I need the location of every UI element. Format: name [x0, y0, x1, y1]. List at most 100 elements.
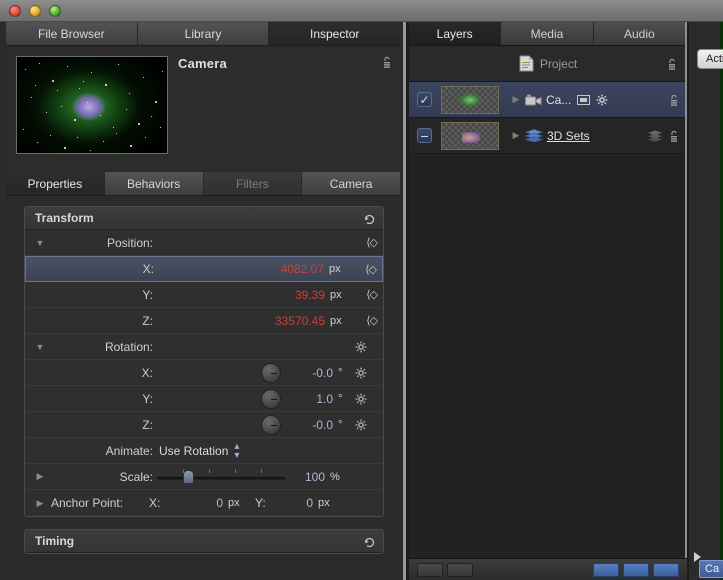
tab-media[interactable]: Media [501, 22, 594, 45]
slider-ticks [157, 468, 285, 473]
minimize-button[interactable] [29, 5, 41, 17]
position-disclosure-icon[interactable]: ▼ [29, 238, 51, 248]
inspector-header: Camera [6, 46, 400, 172]
frame-icon[interactable] [577, 94, 591, 105]
toolbar-button-2[interactable] [447, 562, 473, 577]
toolbar-button-1[interactable] [417, 562, 443, 577]
camera-row-lock-icon[interactable] [669, 94, 679, 106]
rotation-group-row[interactable]: ▼ Rotation: [25, 334, 383, 360]
tab-file-browser[interactable]: File Browser [6, 22, 138, 45]
tab-library[interactable]: Library [137, 22, 270, 45]
group-visibility-checkbox[interactable]: − [417, 128, 432, 143]
position-x-keyframe-icon[interactable]: ⟨◇ [346, 263, 377, 276]
position-x-value[interactable]: 4082.07 [281, 262, 324, 276]
scale-slider[interactable] [157, 468, 285, 485]
layer-name[interactable]: Ca... [546, 93, 571, 107]
thumbnail-nebula [442, 86, 498, 113]
position-z-value[interactable]: 33570.45 [275, 314, 325, 328]
scale-disclosure-icon[interactable]: ▶ [29, 471, 51, 482]
action-button[interactable]: Acti [697, 49, 723, 69]
toolbar-button-3[interactable] [593, 562, 619, 577]
position-keyframe-icon[interactable]: ⟨◇ [347, 236, 378, 249]
layers-shadow-icon[interactable] [647, 130, 663, 142]
tab-inspector[interactable]: Inspector [269, 22, 401, 45]
position-y-value[interactable]: 39.39 [295, 288, 325, 302]
transform-header[interactable]: Transform [25, 207, 383, 230]
layers-tab-bar: Layers Media Audio [409, 22, 685, 46]
anchor-point-row[interactable]: ▶ Anchor Point: X: 0 px Y: 0 px [25, 490, 383, 516]
tab-properties[interactable]: Properties [6, 172, 105, 195]
group-lock-icon[interactable] [669, 130, 679, 142]
tab-layers[interactable]: Layers [409, 22, 502, 45]
rotation-y-row[interactable]: Y: 1.0 ° [25, 386, 383, 412]
timing-panel: Timing [24, 529, 384, 554]
group-name[interactable]: 3D Sets [547, 129, 590, 143]
thumbnail-blob [462, 131, 480, 143]
position-y-row[interactable]: Y: 39.39 px ⟨◇ [25, 282, 383, 308]
rotation-x-label: X: [141, 365, 153, 380]
animate-popup-button[interactable]: Use Rotation ▴ ▾ [157, 441, 241, 461]
reset-arrow-icon[interactable] [362, 212, 375, 225]
rotation-y-gear-icon[interactable] [355, 393, 377, 405]
anchor-point-disclosure-icon[interactable]: ▶ [29, 498, 51, 509]
window-controls [9, 5, 61, 17]
anchor-y-unit: px [318, 497, 330, 509]
tab-behaviors[interactable]: Behaviors [104, 172, 204, 195]
scale-value[interactable]: 100 [305, 470, 325, 484]
rotation-y-value[interactable]: 1.0 [281, 392, 333, 406]
anchor-x-value[interactable]: 0 [175, 496, 223, 510]
rotation-y-unit: ° [338, 392, 343, 405]
layer-row-project[interactable]: Project [409, 46, 685, 82]
gear-icon[interactable] [596, 94, 608, 106]
anchor-y-value[interactable]: 0 [271, 496, 313, 510]
position-y-keyframe-icon[interactable]: ⟨◇ [347, 288, 378, 301]
tab-filters[interactable]: Filters [203, 172, 303, 195]
rotation-x-value[interactable]: -0.0 [281, 366, 333, 380]
rotation-x-dial[interactable] [261, 362, 281, 383]
rotation-x-gear-icon[interactable] [355, 367, 377, 379]
zoom-button[interactable] [49, 5, 61, 17]
position-z-row[interactable]: Z: 33570.45 px ⟨◇ [25, 308, 383, 334]
animate-value: Use Rotation [159, 443, 229, 458]
position-x-row[interactable]: X: 4082.07 px ⟨◇ [25, 256, 383, 282]
anchor-x-label: X: [149, 496, 161, 510]
position-z-keyframe-icon[interactable]: ⟨◇ [347, 314, 378, 327]
rotation-disclosure-icon[interactable]: ▼ [29, 342, 51, 352]
position-z-unit: px [330, 314, 342, 327]
canvas-pane[interactable]: Acti Ca [689, 22, 723, 580]
animate-label: Animate: [105, 443, 153, 458]
group-disclosure-icon[interactable]: ▶ [507, 130, 525, 141]
minus-icon: − [420, 127, 429, 144]
lock-icon[interactable] [382, 56, 392, 68]
anchor-y-label: Y: [255, 496, 266, 510]
layer-disclosure-icon[interactable]: ▶ [507, 94, 525, 105]
anchor-point-label: Anchor Point: [51, 496, 124, 510]
rotation-z-gear-icon[interactable] [355, 419, 377, 431]
tab-audio[interactable]: Audio [593, 22, 685, 45]
layer-row-3d-sets[interactable]: − ▶ 3D Sets [409, 118, 685, 154]
reset-arrow-icon[interactable] [362, 535, 375, 548]
project-lock-icon[interactable] [667, 58, 677, 70]
tab-camera[interactable]: Camera [302, 172, 400, 195]
position-x-unit: px [329, 263, 341, 275]
close-button[interactable] [9, 5, 21, 17]
stepper-arrows-icon[interactable]: ▴ ▾ [234, 441, 239, 460]
camera-chip[interactable]: Ca [699, 560, 723, 578]
anchor-x-unit: px [228, 497, 240, 509]
scale-row[interactable]: ▶ Scale: 100 % [25, 464, 383, 490]
rotation-z-label: Z: [142, 417, 153, 432]
layer-row-camera[interactable]: ✓ ▶ Ca... [409, 82, 685, 118]
layer-visibility-checkbox[interactable]: ✓ [417, 92, 432, 107]
rotation-x-row[interactable]: X: -0.0 ° [25, 360, 383, 386]
rotation-y-dial[interactable] [261, 388, 281, 409]
toolbar-button-5[interactable] [653, 562, 679, 577]
rotation-z-row[interactable]: Z: -0.0 ° [25, 412, 383, 438]
animate-row[interactable]: Animate: Use Rotation ▴ ▾ [25, 438, 383, 464]
toolbar-button-4[interactable] [623, 562, 649, 577]
group-row-icons [647, 130, 679, 142]
rotation-z-value[interactable]: -0.0 [281, 418, 333, 432]
timing-header[interactable]: Timing [25, 530, 383, 553]
rotation-gear-icon[interactable] [355, 341, 377, 353]
rotation-z-dial[interactable] [261, 414, 281, 435]
position-group-row[interactable]: ▼ Position: ⟨◇ [25, 230, 383, 256]
